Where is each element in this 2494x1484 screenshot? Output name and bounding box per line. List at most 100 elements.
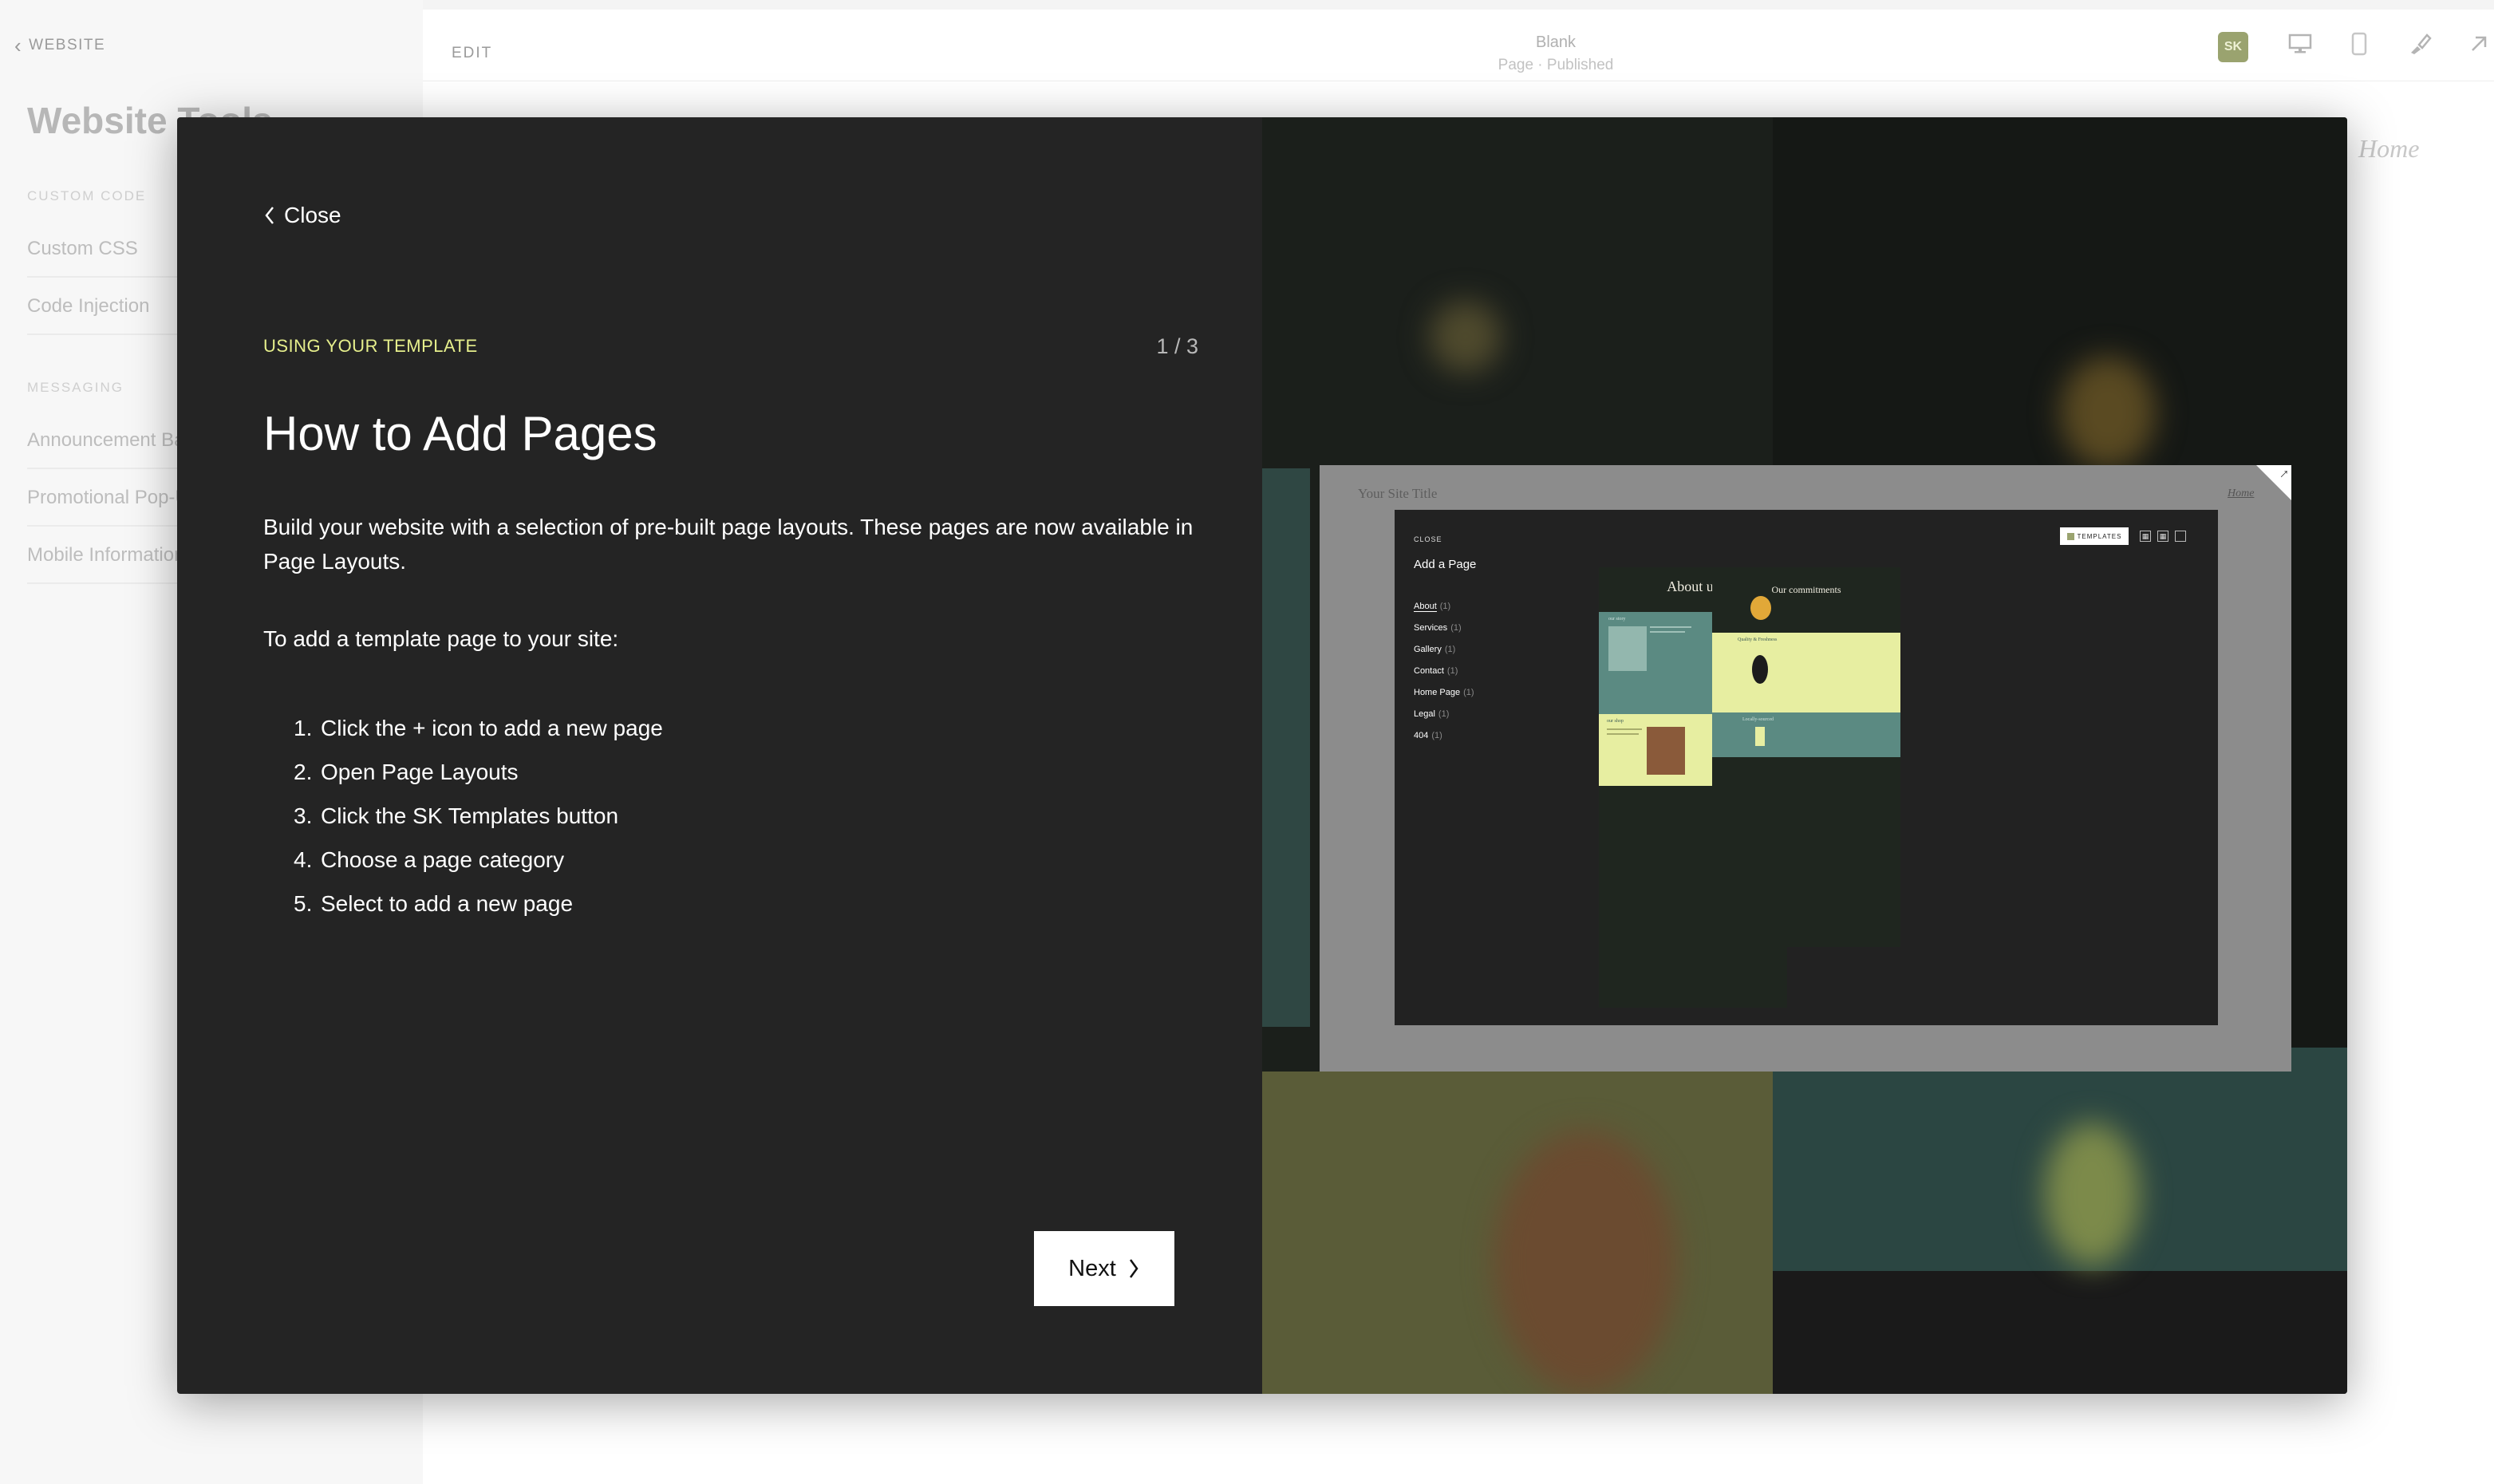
preview-layout-card-commitments: Our commitments Quality & Freshness Loca… bbox=[1712, 567, 1900, 947]
editor-top-bar: EDIT Blank Page · Published bbox=[423, 10, 2494, 81]
preview-templates-label: TEMPLATES bbox=[2077, 532, 2122, 540]
section-heading-custom-code: CUSTOM CODE bbox=[27, 188, 147, 203]
text-line bbox=[1607, 733, 1639, 735]
preview-page-name: 404 bbox=[1414, 731, 1429, 740]
page-info[interactable]: Blank Page · Published bbox=[1340, 34, 1771, 74]
close-button[interactable]: Close bbox=[263, 203, 341, 228]
preview-page-item: Contact (1) bbox=[1414, 664, 1474, 685]
backdrop-blob bbox=[1430, 301, 1502, 373]
preview-page-item: About (1) bbox=[1414, 599, 1474, 621]
nav-item-announcement-bar[interactable]: Announcement Bar bbox=[27, 412, 187, 469]
preview-page-item: Legal (1) bbox=[1414, 707, 1474, 728]
card-title: Our commitments bbox=[1771, 586, 1841, 596]
step-text: Select to add a new page bbox=[321, 891, 574, 916]
preview-page-count: (1) bbox=[1463, 688, 1474, 697]
backdrop-blob bbox=[2044, 1123, 2140, 1266]
card-section-label: Quality & Freshness bbox=[1738, 636, 1778, 642]
step-number: 1. bbox=[294, 716, 313, 740]
card-section-label: our story bbox=[1608, 615, 1626, 622]
mobile-view-icon[interactable] bbox=[2342, 27, 2376, 61]
preview-page-name: Gallery bbox=[1414, 645, 1442, 654]
preview-add-page-dialog: CLOSE Add a Page About (1) Services (1) Ga… bbox=[1395, 510, 2218, 1025]
page-title: Blank bbox=[1535, 34, 1577, 51]
radish-icon bbox=[1755, 727, 1765, 746]
guide-intro: To add a template page to your site: bbox=[263, 626, 619, 651]
step-number: 3. bbox=[294, 803, 313, 828]
section-heading-messaging: MESSAGING bbox=[27, 380, 124, 395]
grid-large-icon: ▦ bbox=[2157, 531, 2168, 542]
vase-photo bbox=[1608, 626, 1647, 671]
card-teal-section: Locally-sourced bbox=[1712, 712, 1900, 757]
preview-page-item: Home Page (1) bbox=[1414, 685, 1474, 707]
text-line bbox=[1650, 631, 1685, 633]
preview-page-name: Services bbox=[1414, 623, 1448, 633]
canvas-home-nav-link[interactable]: Home bbox=[2358, 134, 2419, 164]
step-item: 4. Choose a page category bbox=[294, 838, 1091, 882]
guide-heading: How to Add Pages bbox=[263, 407, 657, 460]
preview-page-list: About (1) Services (1) Gallery (1) Contact(… bbox=[1414, 599, 1474, 750]
preview-page-item: Gallery (1) bbox=[1414, 642, 1474, 664]
card-yellow-section: Quality & Freshness bbox=[1712, 633, 1900, 712]
design-brush-icon[interactable] bbox=[2403, 27, 2437, 61]
desktop-view-icon[interactable] bbox=[2283, 27, 2317, 61]
preview-site-title: Your Site Title bbox=[1358, 486, 1438, 501]
nav-item-promotional-popup[interactable]: Promotional Pop-Up bbox=[27, 469, 187, 527]
next-label: Next bbox=[1068, 1255, 1116, 1281]
preview-page-name: About bbox=[1414, 602, 1437, 612]
back-to-website-link[interactable]: ‹ WEBSITE bbox=[14, 35, 105, 56]
preview-page-count: (1) bbox=[1438, 709, 1450, 719]
step-number: 5. bbox=[294, 891, 313, 916]
preview-page-count: (1) bbox=[1444, 645, 1456, 654]
guide-eyebrow: USING YOUR TEMPLATE bbox=[263, 336, 478, 356]
preview-page-item: Services (1) bbox=[1414, 621, 1474, 642]
grid-small-icon: ▦ bbox=[2140, 531, 2151, 542]
pear-icon bbox=[1750, 596, 1771, 620]
backdrop-tile bbox=[1262, 468, 1310, 1027]
tutorial-screenshot: Your Site Title Home ↑ CLOSE Add a Page … bbox=[1320, 465, 2293, 1072]
page-status: Page · Published bbox=[1498, 57, 1614, 73]
backdrop-tile bbox=[1773, 1271, 2347, 1394]
nav-item-mobile-information-bar[interactable]: Mobile Information Bar bbox=[27, 527, 187, 584]
pineapple-icon bbox=[1752, 655, 1768, 684]
step-number: 2. bbox=[294, 760, 313, 784]
expand-arrow-icon[interactable] bbox=[2462, 27, 2494, 61]
back-link-label: WEBSITE bbox=[29, 37, 106, 53]
preview-templates-button: TEMPLATES bbox=[2060, 527, 2129, 545]
step-text: Choose a page category bbox=[321, 847, 565, 872]
preview-page-name: Legal bbox=[1414, 709, 1435, 719]
guide-content-panel: Close USING YOUR TEMPLATE 1 / 3 How to A… bbox=[177, 117, 1262, 1394]
steps-list: 1. Click the + icon to add a new page 2. O… bbox=[294, 706, 1091, 926]
next-button[interactable]: Next bbox=[1034, 1231, 1174, 1306]
template-guide-modal: Close USING YOUR TEMPLATE 1 / 3 How to A… bbox=[177, 117, 2347, 1394]
backdrop-blob bbox=[1494, 1131, 1677, 1394]
edit-label: EDIT bbox=[452, 45, 493, 61]
guide-description: Build your website with a selection of p… bbox=[263, 515, 1194, 574]
preview-home-link: Home bbox=[2228, 487, 2255, 499]
preview-page-name: Home Page bbox=[1414, 688, 1461, 697]
preview-dialog-title: Add a Page bbox=[1414, 558, 1477, 571]
step-item: 3. Click the SK Templates button bbox=[294, 794, 1091, 838]
preview-page-count: (1) bbox=[1439, 602, 1451, 611]
nav-item-custom-css[interactable]: Custom CSS bbox=[27, 220, 187, 278]
card-section-label: our shop bbox=[1607, 717, 1624, 724]
nav-item-code-injection[interactable]: Code Injection bbox=[27, 278, 187, 335]
shop-photo bbox=[1647, 727, 1685, 775]
step-text: Click the SK Templates button bbox=[321, 803, 619, 828]
step-item: 5. Select to add a new page bbox=[294, 882, 1091, 926]
text-line bbox=[1650, 626, 1691, 628]
preview-page-count: (1) bbox=[1450, 623, 1462, 633]
card-section-label: Locally-sourced bbox=[1742, 716, 1774, 722]
preview-close-label: CLOSE bbox=[1414, 535, 1442, 543]
sk-extension-icon[interactable]: SK bbox=[2218, 32, 2248, 62]
chevron-left-icon bbox=[265, 207, 274, 224]
preview-page-count: (1) bbox=[1446, 666, 1458, 676]
sk-logo-icon bbox=[2066, 532, 2074, 540]
guide-preview-panel: Your Site Title Home ↑ CLOSE Add a Page … bbox=[1262, 117, 2347, 1394]
step-text: Open Page Layouts bbox=[321, 760, 519, 784]
preview-page-item: 404 (1) bbox=[1414, 728, 1474, 750]
step-counter: 1 / 3 bbox=[1156, 334, 1198, 358]
close-label: Close bbox=[284, 203, 341, 227]
preview-page-name: Contact bbox=[1414, 666, 1444, 676]
preview-page-count: (1) bbox=[1431, 731, 1442, 740]
text-line bbox=[1607, 728, 1642, 730]
